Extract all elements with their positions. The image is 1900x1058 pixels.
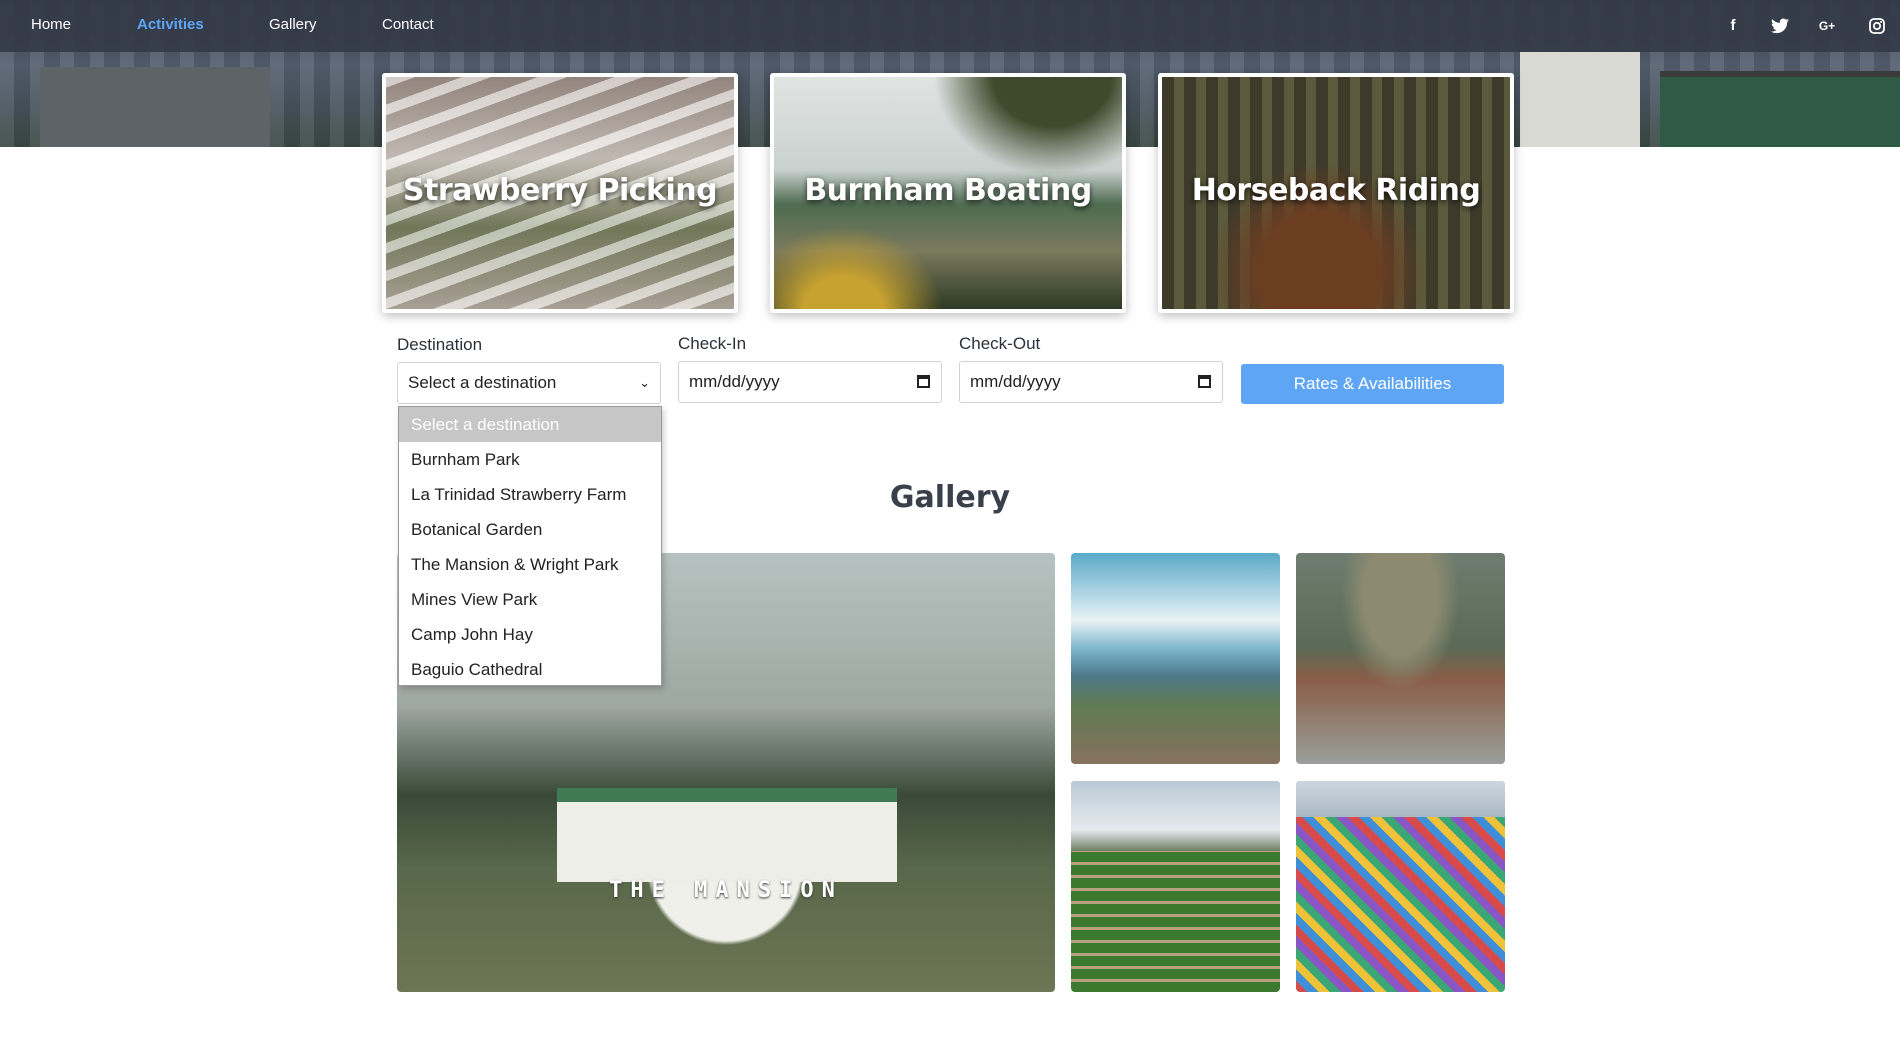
farm-sky [1071,781,1280,851]
checkout-date-input[interactable]: mm/dd/yyyy [959,361,1223,403]
burnham-boating-image: Burnham Boating [774,77,1122,309]
gallery-image-tribal-dance[interactable] [1296,553,1505,764]
destination-select[interactable]: Select a destination ⌄ [397,362,661,404]
horseback-riding-image: Horseback Riding [1162,77,1510,309]
mansion-sign-text: THE MANSION [609,878,843,903]
mansion-building [557,788,897,882]
google-plus-icon[interactable]: G+ [1815,14,1839,38]
destination-label: Destination [397,335,483,354]
dropdown-option[interactable]: Baguio Cathedral [399,652,661,687]
twitter-icon[interactable] [1768,14,1792,38]
checkin-label: Check-In [678,334,747,353]
calendar-icon[interactable] [917,375,930,388]
dropdown-option[interactable]: Mines View Park [399,582,661,617]
gallery-heading: Gallery [889,480,1011,515]
building-image [40,67,270,147]
houses-sky [1296,781,1505,817]
strawberry-picking-image: Strawberry Picking [386,77,734,309]
dropdown-option[interactable]: Camp John Hay [399,617,661,652]
activity-card-boating[interactable]: Burnham Boating [770,73,1126,313]
destination-select-value: Select a destination [408,373,557,392]
building-image [1520,52,1640,147]
gallery-image-mountain-view[interactable] [1071,553,1280,764]
checkin-date-placeholder: mm/dd/yyyy [689,372,780,391]
checkout-date-placeholder: mm/dd/yyyy [970,372,1061,391]
facebook-icon[interactable]: f [1721,14,1745,38]
checkin-date-input[interactable]: mm/dd/yyyy [678,361,942,403]
activity-title: Burnham Boating [804,173,1092,208]
calendar-icon[interactable] [1198,375,1211,388]
nav-home[interactable]: Home [31,16,71,33]
dropdown-option[interactable]: Burnham Park [399,442,661,477]
activity-card-horseback[interactable]: Horseback Riding [1158,73,1514,313]
dropdown-option[interactable]: Botanical Garden [399,512,661,547]
building-image [1660,71,1900,147]
nav-contact[interactable]: Contact [382,16,434,33]
chevron-down-icon: ⌄ [639,375,650,390]
checkout-label: Check-Out [959,334,1041,353]
top-navbar: Home Activities Gallery Contact f G+ [0,0,1900,52]
destination-dropdown-list: Select a destination Burnham Park La Tri… [398,406,662,686]
dropdown-option[interactable]: La Trinidad Strawberry Farm [399,477,661,512]
nav-gallery[interactable]: Gallery [269,16,317,33]
activity-card-strawberry[interactable]: Strawberry Picking [382,73,738,313]
activity-title: Horseback Riding [1191,173,1481,208]
nav-activities[interactable]: Activities [137,16,204,33]
instagram-icon[interactable] [1865,14,1889,38]
gallery-image-strawberry-farm[interactable] [1071,781,1280,992]
dropdown-option[interactable]: The Mansion & Wright Park [399,547,661,582]
rates-availabilities-button[interactable]: Rates & Availabilities [1241,364,1504,404]
activity-title: Strawberry Picking [402,173,718,208]
gallery-image-colorful-houses[interactable] [1296,781,1505,992]
dropdown-option[interactable]: Select a destination [399,407,661,442]
